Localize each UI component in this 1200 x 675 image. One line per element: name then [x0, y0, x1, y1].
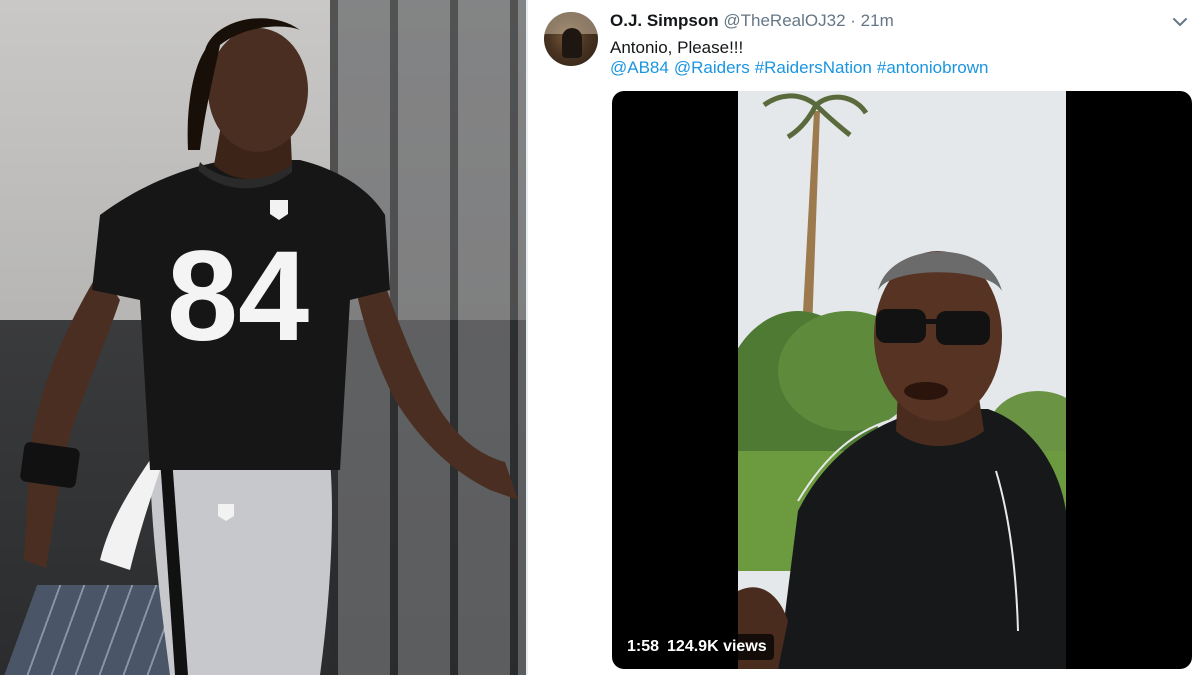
jersey-number: 84 — [167, 225, 309, 368]
avatar[interactable] — [544, 12, 598, 66]
chevron-down-icon[interactable] — [1172, 14, 1188, 30]
player-photo: 84 — [0, 0, 526, 675]
hashtag-antoniobrown[interactable]: #antoniobrown — [877, 58, 989, 77]
separator-dot: · — [850, 11, 856, 30]
avatar-person — [562, 28, 582, 58]
tweet-header: O.J. Simpson @TheRealOJ32 · 21m — [610, 11, 894, 33]
video-views: 124.9K views — [667, 638, 767, 655]
mention-ab84[interactable]: @AB84 — [610, 58, 669, 77]
display-name[interactable]: O.J. Simpson — [610, 11, 719, 30]
video-duration: 1:58 — [627, 638, 660, 655]
tweet-card[interactable]: O.J. Simpson @TheRealOJ32 · 21m Antonio,… — [528, 0, 1200, 675]
tweet-tags: @AB84 @Raiders #RaidersNation #antoniobrown — [610, 57, 993, 79]
user-handle[interactable]: @TheRealOJ32 — [723, 11, 845, 30]
video-player[interactable]: 1:58 124.9K views — [612, 91, 1192, 669]
tweet-timestamp[interactable]: 21m — [861, 11, 894, 30]
mention-raiders[interactable]: @Raiders — [674, 58, 750, 77]
video-frame[interactable] — [738, 91, 1066, 669]
video-stats-badge: 1:58 124.9K views — [620, 634, 774, 660]
tweet-text: Antonio, Please!!! — [610, 38, 744, 57]
hashtag-raidersnation[interactable]: #RaidersNation — [755, 58, 872, 77]
